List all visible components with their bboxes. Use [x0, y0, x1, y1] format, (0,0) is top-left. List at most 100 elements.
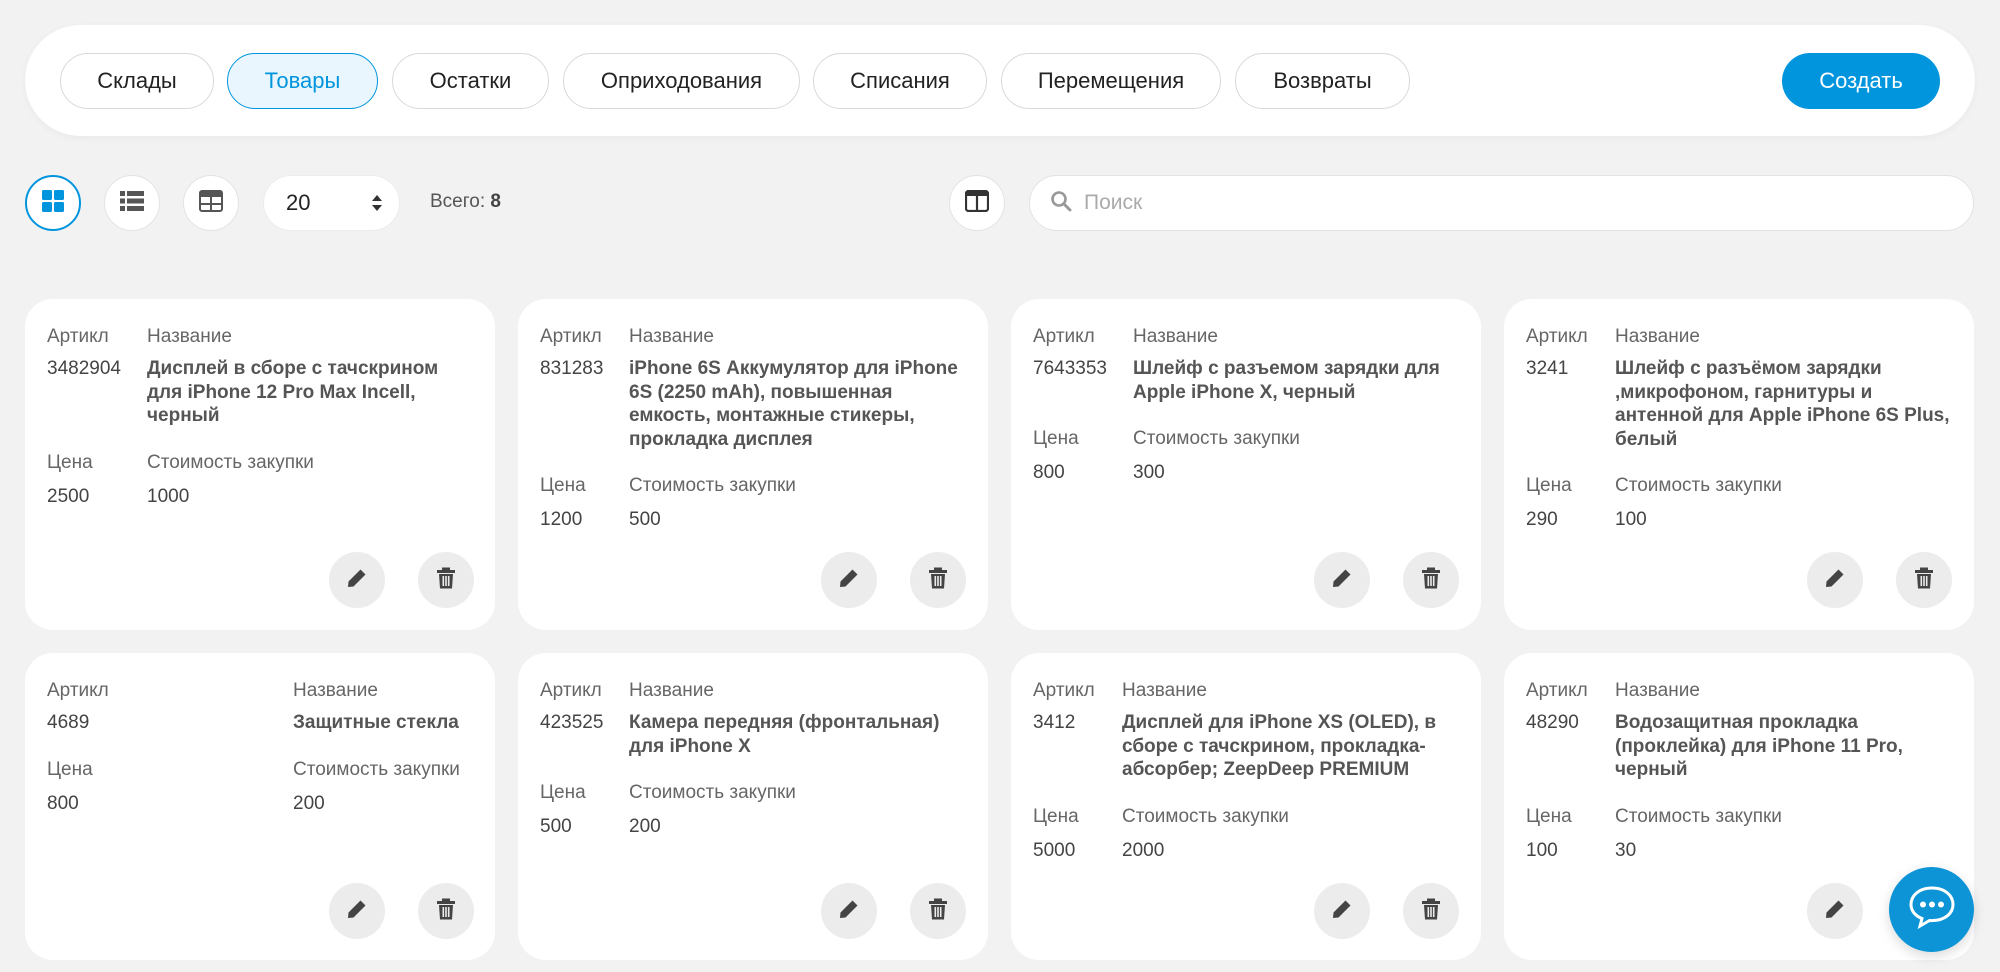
delete-button[interactable] — [418, 552, 474, 608]
sku-label: Артикл — [540, 680, 602, 701]
price-value: 800 — [1033, 462, 1065, 483]
price-label: Цена — [1526, 475, 1572, 496]
cost-label: Стоимость закупки — [1133, 428, 1300, 449]
price-value: 2500 — [47, 486, 90, 507]
sku-value: 4689 — [47, 712, 90, 733]
grid-view-icon — [41, 189, 65, 218]
total-label: Всего: — [430, 191, 486, 212]
edit-icon — [1331, 567, 1353, 594]
product-name: Шлейф с разъёмом зарядки ,микрофоном, га… — [1615, 358, 1950, 450]
product-name: iPhone 6S Аккумулятор для iPhone 6S (225… — [629, 358, 958, 450]
edit-icon — [1824, 898, 1846, 925]
price-value: 500 — [540, 816, 572, 837]
sort-arrows-icon — [371, 192, 383, 220]
create-button[interactable]: Создать — [1782, 53, 1940, 109]
cost-value: 30 — [1615, 840, 1637, 861]
table-view-icon — [199, 189, 223, 217]
edit-icon — [346, 567, 368, 594]
delete-button[interactable] — [1403, 883, 1459, 939]
edit-button[interactable] — [821, 883, 877, 939]
price-value: 1200 — [540, 509, 583, 530]
price-label: Цена — [1526, 806, 1572, 827]
price-label: Цена — [47, 452, 93, 473]
cost-label: Стоимость закупки — [629, 475, 796, 496]
product-card: Артикл Название 3482904 Дисплей в сборе … — [25, 299, 495, 630]
cost-value: 300 — [1133, 462, 1165, 483]
search-input[interactable] — [1084, 191, 1944, 215]
sku-value: 48290 — [1526, 712, 1579, 733]
product-card: Артикл Название 7643353 Шлейф с разъемом… — [1011, 299, 1481, 630]
delete-button[interactable] — [418, 883, 474, 939]
total-value: 8 — [490, 191, 501, 212]
sku-value: 7643353 — [1033, 358, 1107, 379]
cost-value: 200 — [293, 793, 325, 814]
name-label: Название — [293, 680, 378, 701]
sku-value: 3482904 — [47, 358, 121, 379]
sku-label: Артикл — [1033, 680, 1095, 701]
cost-label: Стоимость закупки — [293, 759, 460, 780]
tab-receipts[interactable]: Оприходования — [563, 53, 800, 109]
search-field — [1029, 175, 1974, 231]
tab-stock[interactable]: Остатки — [392, 53, 549, 109]
delete-button[interactable] — [1896, 552, 1952, 608]
product-name: Камера передняя (фронтальная) для iPhone… — [629, 712, 940, 757]
sku-label: Артикл — [540, 326, 602, 347]
product-card: Артикл Название 423525 Камера передняя (… — [518, 653, 988, 960]
cost-value: 100 — [1615, 509, 1647, 530]
name-label: Название — [629, 326, 714, 347]
chat-widget-button[interactable] — [1889, 867, 1974, 952]
price-value: 100 — [1526, 840, 1558, 861]
sku-label: Артикл — [1526, 326, 1588, 347]
edit-icon — [838, 567, 860, 594]
table-view-button[interactable] — [183, 175, 239, 231]
cost-value: 2000 — [1122, 840, 1165, 861]
product-card: Артикл Название 3412 Дисплей для iPhone … — [1011, 653, 1481, 960]
name-label: Название — [1133, 326, 1218, 347]
grid-view-button[interactable] — [25, 175, 81, 231]
trash-icon — [928, 898, 948, 925]
product-card: Артикл Название 831283 iPhone 6S Аккумул… — [518, 299, 988, 630]
tab-warehouses[interactable]: Склады — [60, 53, 214, 109]
edit-button[interactable] — [1314, 883, 1370, 939]
tab-products[interactable]: Товары — [227, 53, 378, 109]
cost-label: Стоимость закупки — [1122, 806, 1289, 827]
edit-icon — [346, 898, 368, 925]
edit-button[interactable] — [329, 883, 385, 939]
columns-toggle-button[interactable] — [949, 175, 1005, 231]
delete-button[interactable] — [910, 883, 966, 939]
edit-button[interactable] — [329, 552, 385, 608]
name-label: Название — [1122, 680, 1207, 701]
sku-value: 423525 — [540, 712, 604, 733]
section-nav-bar: Склады Товары Остатки Оприходования Спис… — [25, 25, 1975, 136]
per-page-select[interactable]: 20 — [263, 175, 400, 231]
search-icon — [1050, 190, 1072, 217]
list-view-button[interactable] — [104, 175, 160, 231]
sku-value: 831283 — [540, 358, 604, 379]
price-label: Цена — [540, 475, 586, 496]
edit-button[interactable] — [821, 552, 877, 608]
columns-icon — [964, 189, 990, 217]
delete-button[interactable] — [910, 552, 966, 608]
delete-button[interactable] — [1403, 552, 1459, 608]
name-label: Название — [147, 326, 232, 347]
sku-value: 3241 — [1526, 358, 1569, 379]
list-view-icon — [120, 190, 144, 217]
edit-button[interactable] — [1807, 552, 1863, 608]
trash-icon — [1421, 898, 1441, 925]
sku-label: Артикл — [1526, 680, 1588, 701]
tab-returns[interactable]: Возвраты — [1235, 53, 1410, 109]
price-label: Цена — [540, 782, 586, 803]
trash-icon — [1421, 567, 1441, 594]
product-name: Шлейф с разъемом зарядки для Apple iPhon… — [1133, 358, 1440, 403]
tab-transfers[interactable]: Перемещения — [1001, 53, 1221, 109]
edit-button[interactable] — [1314, 552, 1370, 608]
trash-icon — [436, 567, 456, 594]
product-name: Защитные стекла — [293, 712, 459, 733]
cost-label: Стоимость закупки — [629, 782, 796, 803]
product-name: Дисплей в сборе с тачскрином для iPhone … — [147, 358, 439, 426]
tab-write-offs[interactable]: Списания — [813, 53, 987, 109]
edit-button[interactable] — [1807, 883, 1863, 939]
edit-icon — [1824, 567, 1846, 594]
trash-icon — [928, 567, 948, 594]
edit-icon — [838, 898, 860, 925]
